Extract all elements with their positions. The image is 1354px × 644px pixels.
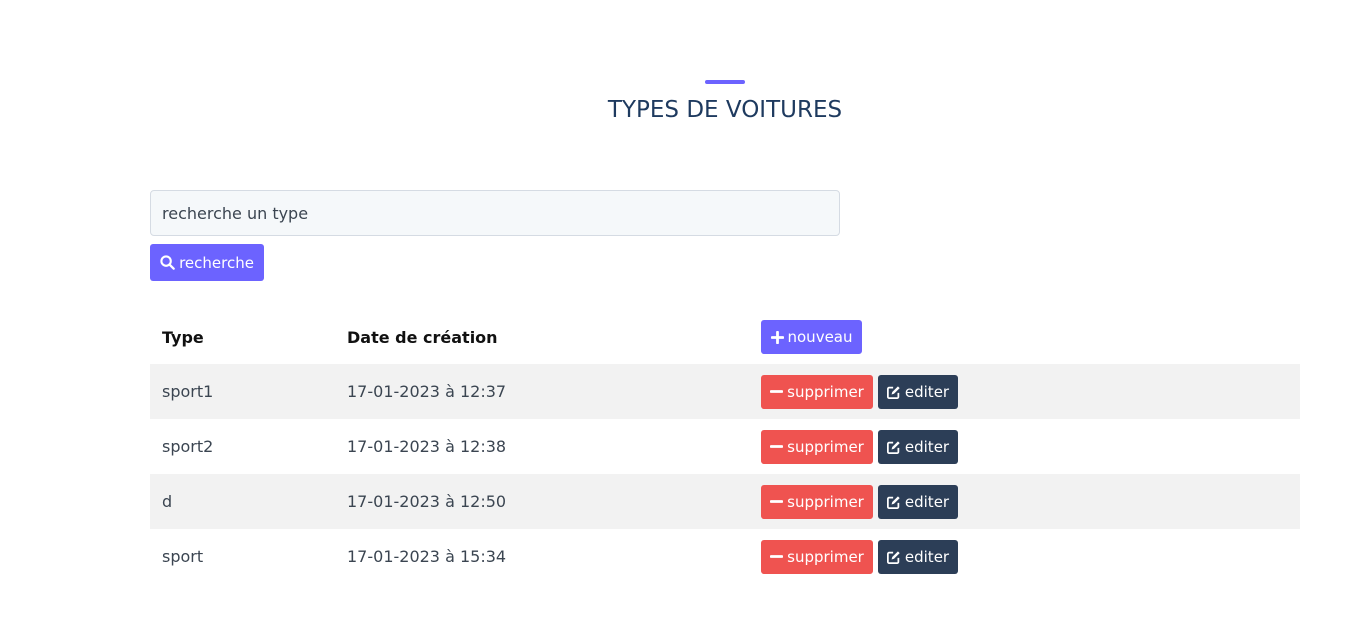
- actions-cell: supprimer editer: [761, 364, 1161, 419]
- edit-icon: [886, 385, 900, 399]
- edit-button-label: editer: [904, 437, 950, 456]
- delete-button[interactable]: supprimer: [761, 374, 873, 409]
- delete-button[interactable]: supprimer: [761, 484, 873, 519]
- edit-button-label: editer: [904, 547, 950, 566]
- delete-button[interactable]: supprimer: [761, 429, 873, 464]
- column-header-date: Date de création: [347, 327, 498, 347]
- edit-button[interactable]: editer: [878, 484, 958, 519]
- type-cell: sport: [162, 547, 204, 566]
- page-title: TYPES DE VOITURES: [607, 97, 843, 123]
- plus-icon: [770, 330, 784, 344]
- date-cell: 17-01-2023 à 12:38: [347, 437, 507, 456]
- type-cell: sport1: [162, 382, 214, 401]
- table-row: sport1 17-01-2023 à 12:37 supprimer edit…: [150, 364, 1300, 419]
- edit-icon: [886, 550, 900, 564]
- type-cell: sport2: [162, 437, 214, 456]
- edit-button-label: editer: [904, 492, 950, 511]
- actions-cell: supprimer editer: [761, 419, 1161, 474]
- new-button-label: nouveau: [787, 328, 853, 346]
- edit-icon: [886, 440, 900, 454]
- edit-button[interactable]: editer: [878, 374, 958, 409]
- search-input[interactable]: [150, 190, 840, 236]
- search-icon: [160, 255, 175, 270]
- table-row: sport2 17-01-2023 à 12:38 supprimer edit…: [150, 419, 1300, 474]
- search-button-label: recherche: [179, 253, 254, 272]
- date-cell: 17-01-2023 à 12:37: [347, 382, 507, 401]
- minus-icon: [770, 500, 784, 503]
- column-header-actions: nouveau: [761, 310, 1161, 364]
- edit-button-label: editer: [904, 382, 950, 401]
- edit-icon: [886, 495, 900, 509]
- edit-button[interactable]: editer: [878, 539, 958, 574]
- delete-button-label: supprimer: [787, 437, 864, 456]
- search-button[interactable]: recherche: [150, 244, 264, 281]
- types-table: Type Date de création nouveau sport1 17-…: [150, 310, 1300, 584]
- minus-icon: [770, 445, 784, 448]
- table-row: d 17-01-2023 à 12:50 supprimer editer: [150, 474, 1300, 529]
- new-button[interactable]: nouveau: [761, 320, 862, 354]
- table-header-row: Type Date de création nouveau: [150, 310, 1300, 364]
- minus-icon: [770, 555, 784, 558]
- actions-cell: supprimer editer: [761, 474, 1161, 529]
- edit-button[interactable]: editer: [878, 429, 958, 464]
- delete-button-label: supprimer: [787, 382, 864, 401]
- delete-button[interactable]: supprimer: [761, 539, 873, 574]
- minus-icon: [770, 390, 784, 393]
- table-row: sport 17-01-2023 à 15:34 supprimer edite…: [150, 529, 1300, 584]
- date-cell: 17-01-2023 à 15:34: [347, 547, 507, 566]
- actions-cell: supprimer editer: [761, 529, 1161, 584]
- delete-button-label: supprimer: [787, 547, 864, 566]
- title-accent-bar: [705, 80, 745, 84]
- column-header-type: Type: [162, 327, 204, 347]
- type-cell: d: [162, 492, 173, 511]
- delete-button-label: supprimer: [787, 492, 864, 511]
- date-cell: 17-01-2023 à 12:50: [347, 492, 507, 511]
- page: TYPES DE VOITURES recherche Type Date de…: [0, 0, 1354, 644]
